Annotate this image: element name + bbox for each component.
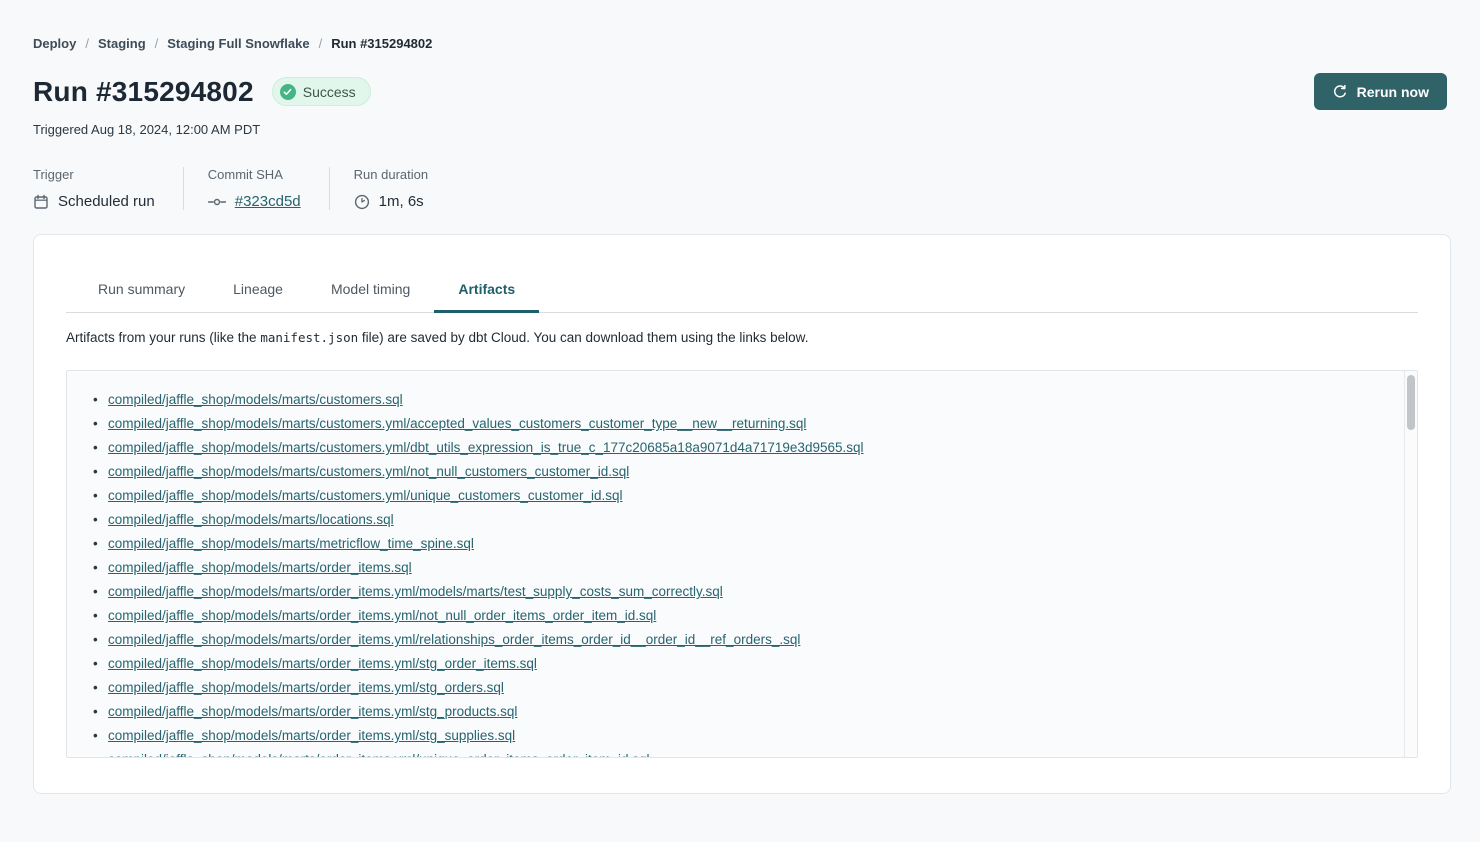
list-item: compiled/jaffle_shop/models/marts/custom… (93, 484, 1417, 508)
list-item: compiled/jaffle_shop/models/marts/custom… (93, 436, 1417, 460)
tab-run-summary[interactable]: Run summary (74, 281, 209, 312)
artifact-link[interactable]: compiled/jaffle_shop/models/marts/custom… (108, 464, 629, 479)
artifact-link[interactable]: compiled/jaffle_shop/models/marts/order_… (108, 656, 537, 671)
breadcrumb-staging-full-snowflake[interactable]: Staging Full Snowflake (167, 36, 309, 51)
run-duration-label: Run duration (354, 167, 428, 182)
artifact-list: compiled/jaffle_shop/models/marts/custom… (93, 388, 1417, 757)
list-item: compiled/jaffle_shop/models/marts/order_… (93, 724, 1417, 748)
breadcrumb-separator: / (319, 36, 323, 51)
breadcrumb-current-run: Run #315294802 (331, 36, 432, 51)
artifact-link[interactable]: compiled/jaffle_shop/models/marts/metric… (108, 536, 474, 551)
artifact-link[interactable]: compiled/jaffle_shop/models/marts/order_… (108, 560, 412, 575)
rerun-now-button[interactable]: Rerun now (1314, 73, 1447, 110)
scrollbar-track[interactable] (1404, 371, 1417, 757)
refresh-icon (1332, 84, 1348, 100)
git-commit-icon (208, 194, 226, 210)
triggered-timestamp: Triggered Aug 18, 2024, 12:00 AM PDT (33, 122, 1447, 137)
artifact-list-container: compiled/jaffle_shop/models/marts/custom… (66, 370, 1418, 758)
tab-bar: Run summary Lineage Model timing Artifac… (66, 235, 1418, 313)
list-item: compiled/jaffle_shop/models/marts/order_… (93, 748, 1417, 757)
manifest-json-code: manifest.json (260, 330, 358, 345)
artifact-link[interactable]: compiled/jaffle_shop/models/marts/locati… (108, 512, 394, 527)
run-duration-value: 1m, 6s (379, 193, 424, 210)
tab-artifacts[interactable]: Artifacts (434, 281, 539, 312)
artifact-link[interactable]: compiled/jaffle_shop/models/marts/order_… (108, 632, 800, 647)
artifact-link[interactable]: compiled/jaffle_shop/models/marts/order_… (108, 704, 517, 719)
list-item: compiled/jaffle_shop/models/marts/locati… (93, 508, 1417, 532)
status-badge-label: Success (303, 84, 356, 100)
commit-sha-label: Commit SHA (208, 167, 301, 182)
breadcrumb-deploy[interactable]: Deploy (33, 36, 76, 51)
header-row: Run #315294802 Success Rerun now (33, 73, 1447, 110)
list-item: compiled/jaffle_shop/models/marts/custom… (93, 460, 1417, 484)
artifact-link[interactable]: compiled/jaffle_shop/models/marts/order_… (108, 728, 515, 743)
list-item: compiled/jaffle_shop/models/marts/order_… (93, 700, 1417, 724)
list-item: compiled/jaffle_shop/models/marts/order_… (93, 628, 1417, 652)
list-item: compiled/jaffle_shop/models/marts/metric… (93, 532, 1417, 556)
run-detail-card: Run summary Lineage Model timing Artifac… (33, 234, 1451, 794)
breadcrumb: Deploy / Staging / Staging Full Snowflak… (33, 0, 1447, 51)
list-item: compiled/jaffle_shop/models/marts/custom… (93, 412, 1417, 436)
trigger-label: Trigger (33, 167, 155, 182)
artifact-link[interactable]: compiled/jaffle_shop/models/marts/custom… (108, 392, 403, 407)
page-title: Run #315294802 (33, 76, 254, 108)
breadcrumb-separator: / (155, 36, 159, 51)
tab-lineage[interactable]: Lineage (209, 281, 307, 312)
breadcrumb-separator: / (85, 36, 89, 51)
artifact-link[interactable]: compiled/jaffle_shop/models/marts/order_… (108, 608, 656, 623)
tab-model-timing[interactable]: Model timing (307, 281, 434, 312)
list-item: compiled/jaffle_shop/models/marts/order_… (93, 676, 1417, 700)
breadcrumb-staging[interactable]: Staging (98, 36, 146, 51)
meta-trigger: Trigger Scheduled run (33, 167, 183, 210)
artifact-link[interactable]: compiled/jaffle_shop/models/marts/custom… (108, 440, 864, 455)
success-check-icon (280, 84, 296, 100)
trigger-value: Scheduled run (58, 193, 155, 210)
artifact-link[interactable]: compiled/jaffle_shop/models/marts/order_… (108, 584, 723, 599)
run-detail-page: Deploy / Staging / Staging Full Snowflak… (0, 0, 1480, 842)
artifact-link[interactable]: compiled/jaffle_shop/models/marts/order_… (108, 752, 650, 757)
list-item: compiled/jaffle_shop/models/marts/custom… (93, 388, 1417, 412)
run-meta-row: Trigger Scheduled run Commit SHA #323cd5… (33, 167, 1447, 210)
commit-sha-link[interactable]: #323cd5d (235, 193, 301, 210)
scrollbar-thumb[interactable] (1407, 375, 1415, 430)
artifact-link[interactable]: compiled/jaffle_shop/models/marts/custom… (108, 416, 806, 431)
clock-icon (354, 194, 370, 210)
artifact-link[interactable]: compiled/jaffle_shop/models/marts/order_… (108, 680, 504, 695)
meta-commit: Commit SHA #323cd5d (183, 167, 329, 210)
list-item: compiled/jaffle_shop/models/marts/order_… (93, 580, 1417, 604)
artifacts-description: Artifacts from your runs (like the manif… (66, 330, 1418, 345)
status-badge: Success (272, 77, 371, 106)
artifact-link[interactable]: compiled/jaffle_shop/models/marts/custom… (108, 488, 622, 503)
list-item: compiled/jaffle_shop/models/marts/order_… (93, 604, 1417, 628)
list-item: compiled/jaffle_shop/models/marts/order_… (93, 652, 1417, 676)
calendar-icon (33, 194, 49, 210)
meta-duration: Run duration 1m, 6s (329, 167, 456, 210)
rerun-now-label: Rerun now (1357, 84, 1429, 100)
list-item: compiled/jaffle_shop/models/marts/order_… (93, 556, 1417, 580)
